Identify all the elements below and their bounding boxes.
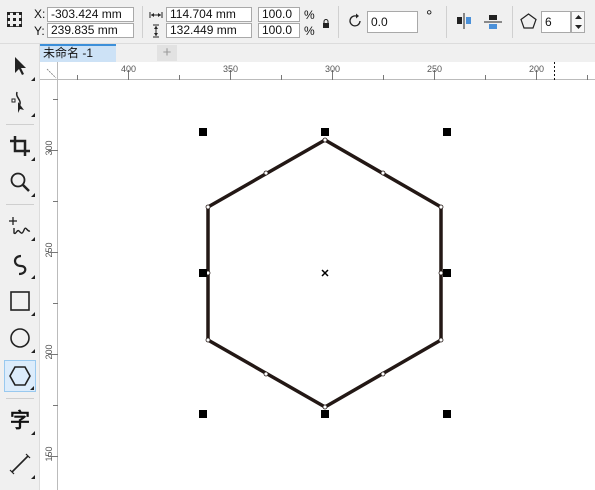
flyout-indicator	[31, 475, 35, 479]
shape-tool[interactable]	[4, 86, 36, 118]
width-icon	[149, 9, 163, 19]
separator	[512, 6, 513, 38]
rectangle-icon	[10, 291, 30, 311]
height-field[interactable]: 132.449 mm	[166, 23, 252, 38]
ruler-label: 250	[44, 242, 54, 258]
flyout-indicator	[31, 193, 35, 197]
polygon-sides-field[interactable]: 6	[541, 11, 571, 33]
vertical-ruler[interactable]: 300 250 200 150	[40, 80, 58, 490]
property-bar: X: Y: -303.424 mm 239.835 mm 114.704 mm …	[0, 0, 595, 44]
dimension-tool[interactable]	[4, 448, 36, 480]
scale-y-field[interactable]: 100.0	[258, 23, 300, 38]
polygon-tool[interactable]	[4, 360, 36, 392]
percent-y-label: %	[304, 24, 315, 38]
magnifier-icon	[10, 172, 30, 192]
drawing-canvas[interactable]	[58, 80, 595, 490]
text-tool[interactable]: 字	[4, 404, 36, 436]
flyout-indicator	[31, 349, 35, 353]
ruler-label: 350	[223, 64, 239, 74]
separator	[142, 6, 143, 38]
pick-tool[interactable]	[4, 50, 36, 82]
height-icon	[151, 24, 161, 38]
flyout-indicator	[31, 275, 35, 279]
flyout-indicator	[31, 77, 35, 81]
scale-x-field[interactable]: 100.0	[258, 7, 300, 22]
ellipse-tool[interactable]	[4, 322, 36, 354]
circle-icon	[10, 328, 30, 348]
toolbox-separator	[6, 124, 34, 125]
mirror-vertical-icon[interactable]	[484, 13, 502, 31]
crop-tool[interactable]	[4, 130, 36, 162]
separator	[446, 6, 447, 38]
percent-x-label: %	[304, 8, 315, 22]
ruler-label: 400	[121, 64, 137, 74]
flyout-indicator	[31, 431, 35, 435]
y-position-field[interactable]: 239.835 mm	[47, 23, 134, 38]
spin-up-icon[interactable]	[572, 12, 584, 22]
mirror-horizontal-icon[interactable]	[455, 13, 473, 29]
arrow-cursor-icon	[15, 57, 26, 75]
ruler-label: 250	[427, 64, 443, 74]
ruler-label: 300	[325, 64, 341, 74]
width-field[interactable]: 114.704 mm	[166, 7, 252, 22]
text-char-icon: 字	[10, 408, 30, 432]
spin-down-icon[interactable]	[572, 22, 584, 32]
rectangle-tool[interactable]	[4, 285, 36, 317]
flyout-indicator	[31, 157, 35, 161]
hexagon-icon	[9, 366, 31, 386]
toolbox-separator	[6, 204, 34, 205]
horizontal-ruler[interactable]: 400 350 300 250 200	[58, 62, 595, 80]
rotate-icon	[348, 13, 364, 29]
ruler-label: 200	[44, 344, 54, 360]
crop-icon	[10, 136, 30, 156]
ruler-origin[interactable]	[40, 62, 58, 80]
toolbox: 字	[0, 44, 40, 490]
add-document-tab-button[interactable]: +	[157, 45, 177, 61]
x-label: X:	[34, 7, 46, 21]
artistic-media-tool[interactable]	[4, 248, 36, 280]
flyout-indicator	[31, 237, 35, 241]
ruler-label: 200	[529, 64, 545, 74]
ruler-label: 300	[44, 140, 54, 156]
document-tab[interactable]: 未命名 -1	[40, 44, 116, 62]
polygon-icon	[520, 13, 537, 29]
flyout-indicator	[31, 113, 35, 117]
separator	[338, 6, 339, 38]
zoom-tool[interactable]	[4, 166, 36, 198]
flyout-indicator	[30, 386, 34, 390]
document-tab-bar: 未命名 -1 +	[40, 44, 595, 62]
line-tool-icon	[9, 453, 31, 475]
node-edit-icon	[11, 91, 24, 113]
position-grid-icon[interactable]	[6, 11, 24, 29]
spin-buttons	[571, 11, 585, 33]
lock-ratio-icon[interactable]	[322, 17, 330, 28]
y-label: Y:	[34, 24, 45, 38]
toolbox-separator	[6, 398, 34, 399]
spiral-curve-icon	[13, 254, 27, 276]
freehand-pen-icon	[9, 217, 31, 235]
degree-label: °	[426, 8, 433, 25]
freehand-tool[interactable]	[4, 210, 36, 242]
rotation-field[interactable]: 0.0	[367, 11, 418, 33]
center-marker[interactable]	[321, 269, 329, 277]
x-position-field[interactable]: -303.424 mm	[47, 7, 134, 22]
ruler-label: 150	[44, 446, 54, 462]
flyout-indicator	[31, 312, 35, 316]
